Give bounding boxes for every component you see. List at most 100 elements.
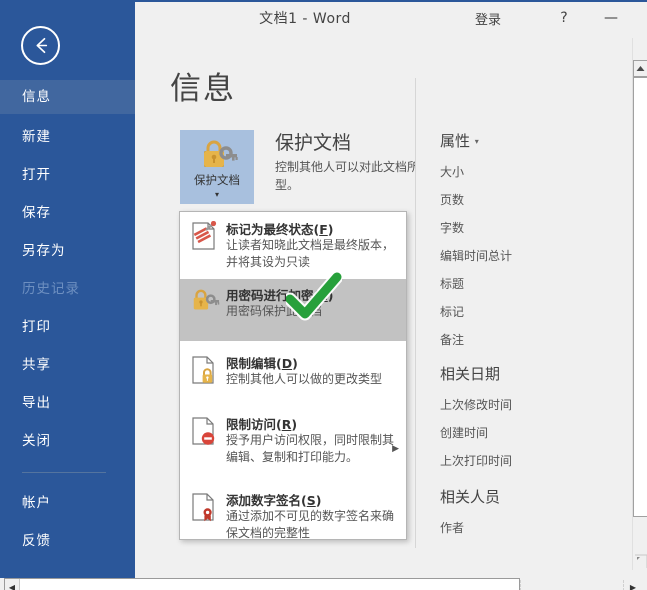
horizontal-scroll-track[interactable] bbox=[4, 578, 520, 590]
sidebar-item-label: 关闭 bbox=[22, 433, 51, 449]
property-row-author: 作者 bbox=[440, 521, 465, 535]
sidebar-item-close[interactable]: 关闭 bbox=[0, 424, 135, 458]
sidebar-item-open[interactable]: 打开 bbox=[0, 158, 135, 192]
menu-item-restrict-access[interactable]: 限制访问(R) 授予用户访问权限，同时限制其编辑、复制和打印能力。 ▶ bbox=[180, 408, 406, 480]
submenu-arrow-icon: ▶ bbox=[392, 444, 399, 454]
menu-title-prefix: 限制访问( bbox=[226, 417, 282, 432]
menu-item-title: 用密码进行加密(E) bbox=[226, 285, 333, 304]
protect-document-button[interactable]: 保护文档 ▾ bbox=[180, 130, 254, 204]
sidebar-item-save[interactable]: 保存 bbox=[0, 196, 135, 230]
sidebar-item-share[interactable]: 共享 bbox=[0, 348, 135, 382]
sidebar-item-label: 打开 bbox=[22, 167, 51, 183]
sidebar-item-export[interactable]: 导出 bbox=[0, 386, 135, 420]
menu-item-title: 限制访问(R) bbox=[226, 414, 297, 433]
property-row-created: 创建时间 bbox=[440, 426, 489, 440]
property-row-last-modified: 上次修改时间 bbox=[440, 398, 513, 412]
menu-item-title: 限制编辑(D) bbox=[226, 353, 298, 372]
menu-title-suffix: ) bbox=[327, 288, 334, 303]
sidebar-item-new[interactable]: 新建 bbox=[0, 120, 135, 154]
triangle-up-icon bbox=[636, 66, 645, 71]
sidebar-item-account[interactable]: 帐户 bbox=[0, 486, 135, 520]
page-title: 信息 bbox=[170, 71, 236, 107]
properties-heading[interactable]: 属性 ▾ bbox=[440, 130, 479, 151]
menu-title-accesskey: D bbox=[281, 356, 293, 371]
property-row-tags: 标记 bbox=[440, 305, 465, 319]
minimize-button[interactable]: — bbox=[590, 4, 632, 32]
menu-title-prefix: 用密码进行加密( bbox=[226, 288, 320, 303]
properties-pane: 属性 ▾ 大小 页数 字数 编辑时间总计 标题 标记 备注 相关日期 上次修改时… bbox=[415, 38, 632, 570]
related-dates-heading: 相关日期 bbox=[440, 365, 501, 383]
sidebar-item-label: 历史记录 bbox=[22, 281, 80, 297]
menu-title-accesskey: R bbox=[281, 417, 292, 432]
sidebar-item-label: 帐户 bbox=[22, 495, 51, 511]
property-row-pages: 页数 bbox=[440, 193, 465, 207]
help-icon[interactable]: ? bbox=[550, 7, 578, 29]
property-row-comments: 备注 bbox=[440, 333, 465, 347]
horizontal-scrollbar[interactable]: ◀ ▶ bbox=[0, 570, 647, 590]
related-people-heading: 相关人员 bbox=[440, 488, 501, 506]
document-title: 文档1 - Word bbox=[259, 11, 351, 27]
property-row-words: 字数 bbox=[440, 221, 465, 235]
properties-divider bbox=[415, 78, 416, 548]
mark-final-icon bbox=[192, 221, 217, 250]
menu-title-accesskey: F bbox=[319, 222, 328, 237]
sidebar-item-print[interactable]: 打印 bbox=[0, 310, 135, 344]
scroll-thumb[interactable] bbox=[633, 77, 647, 517]
menu-item-encrypt-with-password[interactable]: 用密码进行加密(E) 用密码保护此文档 bbox=[180, 279, 406, 341]
scrollbar-accent bbox=[0, 570, 135, 578]
menu-title-prefix: 标记为最终状态( bbox=[226, 222, 320, 237]
menu-title-suffix: ) bbox=[292, 356, 298, 371]
title-accent-line bbox=[135, 0, 647, 2]
menu-title-prefix: 添加数字签名( bbox=[226, 493, 307, 508]
lock-key-icon bbox=[204, 140, 238, 167]
menu-item-description: 通过添加不可见的数字签名来确保文档的完整性 bbox=[226, 509, 395, 540]
resize-grip-icon bbox=[635, 554, 647, 568]
sidebar-item-save-as[interactable]: 另存为 bbox=[0, 234, 135, 268]
sign-in-button[interactable]: 登录 bbox=[475, 9, 501, 28]
sidebar-item-label: 另存为 bbox=[22, 243, 66, 259]
property-row-title: 标题 bbox=[440, 277, 465, 291]
menu-title-suffix: ) bbox=[315, 493, 322, 508]
protect-tile-label: 保护文档 bbox=[194, 173, 240, 187]
back-arrow-icon bbox=[36, 37, 48, 54]
lock-key-icon bbox=[193, 289, 220, 310]
menu-title-suffix: ) bbox=[291, 417, 298, 432]
backstage-sidebar: 信息 新建 打开 保存 另存为 历史记录 打印 共享 导出 关闭 帐户 反馈 bbox=[0, 0, 135, 570]
scroll-right-button[interactable]: ▶ bbox=[625, 579, 641, 590]
sidebar-item-feedback[interactable]: 反馈 bbox=[0, 524, 135, 558]
scroll-up-button[interactable] bbox=[633, 60, 647, 77]
menu-item-description: 控制其他人可以做的更改类型 bbox=[226, 372, 383, 386]
sidebar-item-info[interactable]: 信息 bbox=[0, 80, 135, 114]
menu-title-suffix: ) bbox=[327, 222, 334, 237]
back-button[interactable] bbox=[21, 26, 60, 65]
menu-title-prefix: 限制编辑( bbox=[226, 356, 282, 371]
menu-title-accesskey: E bbox=[319, 288, 328, 303]
protect-document-dropdown-menu: 标记为最终状态(F) 让读者知晓此文档是最终版本，并将其设为只读 用密码进行加密… bbox=[179, 211, 407, 540]
protect-document-heading: 保护文档 bbox=[275, 132, 352, 154]
scroll-left-button[interactable]: ◀ bbox=[5, 579, 20, 590]
sidebar-item-history: 历史记录 bbox=[0, 272, 135, 306]
sidebar-item-label: 新建 bbox=[22, 129, 51, 145]
menu-item-title: 添加数字签名(S) bbox=[226, 490, 321, 509]
restrict-access-icon bbox=[192, 417, 215, 445]
vertical-scrollbar[interactable] bbox=[632, 38, 647, 570]
property-row-size: 大小 bbox=[440, 165, 465, 179]
scroll-ghost-region bbox=[520, 580, 624, 590]
sidebar-item-label: 保存 bbox=[22, 205, 51, 221]
properties-heading-label: 属性 bbox=[440, 132, 471, 150]
chevron-down-icon: ▾ bbox=[474, 137, 479, 146]
property-row-edit-time: 编辑时间总计 bbox=[440, 249, 513, 263]
digital-signature-icon bbox=[192, 493, 214, 522]
sidebar-item-label: 反馈 bbox=[22, 533, 51, 549]
restrict-edit-icon bbox=[192, 356, 214, 384]
sidebar-item-label: 共享 bbox=[22, 357, 51, 373]
menu-item-restrict-editing[interactable]: 限制编辑(D) 控制其他人可以做的更改类型 bbox=[180, 347, 406, 399]
sidebar-divider bbox=[22, 472, 106, 473]
resize-grip[interactable] bbox=[634, 543, 647, 569]
menu-item-add-digital-signature[interactable]: 添加数字签名(S) 通过添加不可见的数字签名来确保文档的完整性 bbox=[180, 484, 406, 540]
property-row-last-printed: 上次打印时间 bbox=[440, 454, 513, 468]
menu-item-title: 标记为最终状态(F) bbox=[226, 219, 333, 238]
menu-item-description: 用密码保护此文档 bbox=[226, 304, 323, 318]
menu-title-accesskey: S bbox=[306, 493, 316, 508]
menu-item-mark-as-final[interactable]: 标记为最终状态(F) 让读者知晓此文档是最终版本，并将其设为只读 bbox=[180, 213, 406, 279]
